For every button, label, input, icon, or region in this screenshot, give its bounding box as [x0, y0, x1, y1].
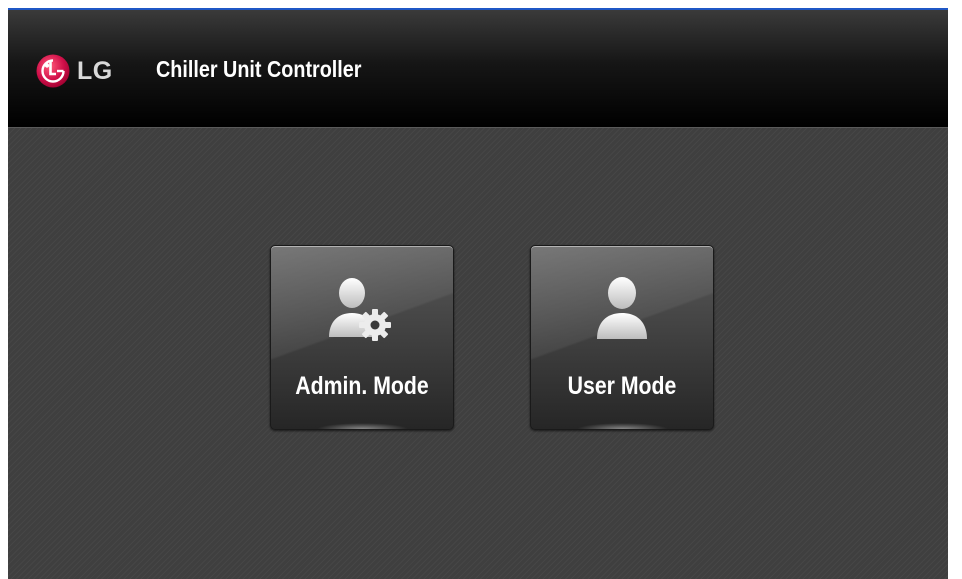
- lg-logo: LG: [36, 54, 113, 88]
- admin-user-gear-icon: [329, 278, 391, 341]
- header-bar: LG Chiller Unit Controller: [8, 10, 948, 128]
- window-frame: LG Chiller Unit Controller Admin. Mode U…: [0, 0, 962, 579]
- user-icon: [597, 277, 647, 339]
- brand-name: LG: [77, 56, 113, 85]
- controller-screen: LG Chiller Unit Controller Admin. Mode U…: [8, 8, 948, 579]
- user-mode-label: User Mode: [567, 372, 677, 400]
- user-mode-button[interactable]: User Mode: [530, 245, 714, 430]
- admin-mode-label: Admin. Mode: [295, 372, 429, 400]
- admin-mode-button[interactable]: Admin. Mode: [270, 245, 454, 430]
- app-title: Chiller Unit Controller: [156, 56, 362, 82]
- lg-face-icon: [36, 54, 70, 88]
